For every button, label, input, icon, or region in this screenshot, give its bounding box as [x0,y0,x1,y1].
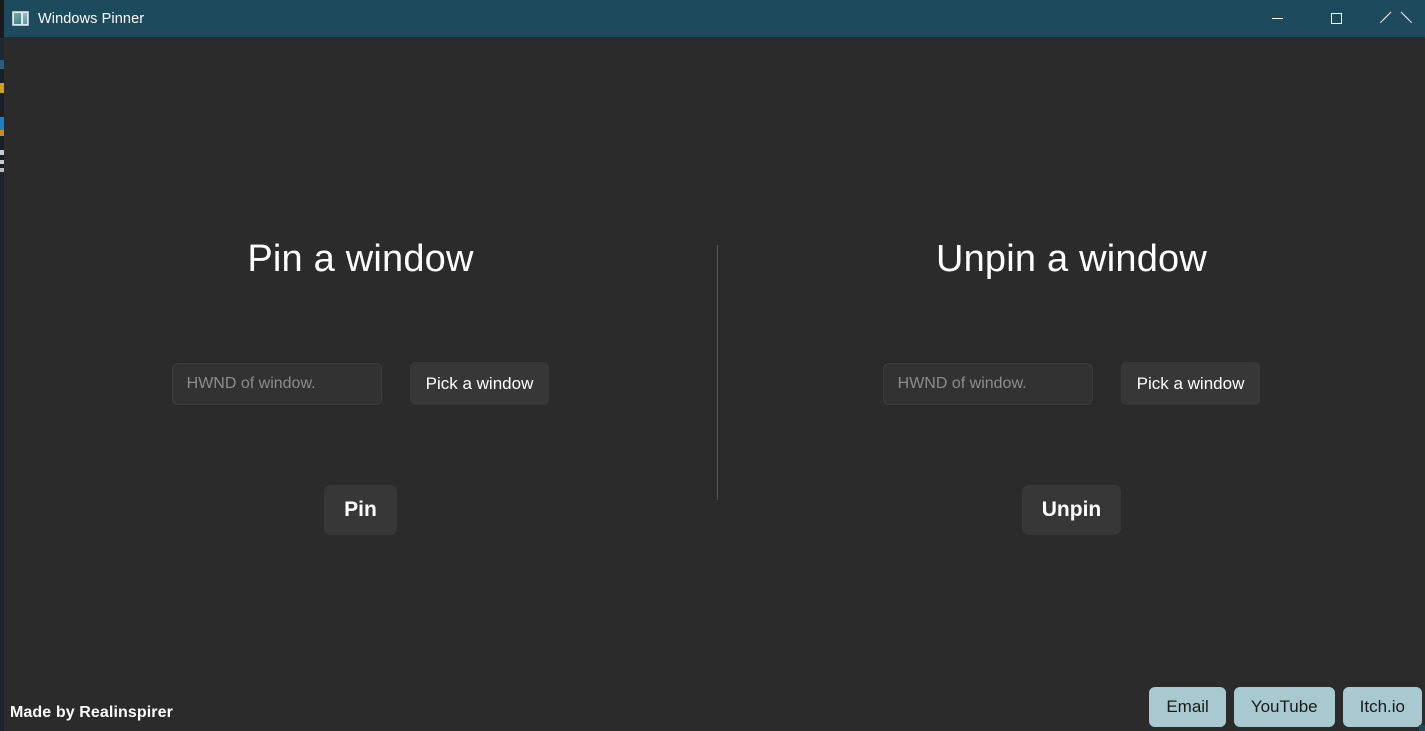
app-window: Windows Pinner Pin a window Pick a windo… [4,0,1425,731]
made-by-credit: Made by Realinspirer [10,704,173,721]
pin-panel-title: Pin a window [247,238,474,280]
itchio-link-button[interactable]: Itch.io [1342,687,1422,727]
maximize-button[interactable] [1307,0,1366,37]
email-link-button[interactable]: Email [1149,687,1226,727]
pin-pick-a-window-button[interactable]: Pick a window [409,362,550,405]
unpin-pick-a-window-button[interactable]: Pick a window [1120,362,1261,405]
minimize-icon [1272,18,1283,19]
pin-input-row: Pick a window [4,362,717,405]
pin-panel: Pin a window Pick a window Pin [4,37,717,731]
pin-button[interactable]: Pin [324,485,397,535]
maximize-icon [1331,13,1342,24]
window-title: Windows Pinner [38,10,145,27]
unpin-panel: Unpin a window Pick a window Unpin [718,37,1425,731]
title-bar-left: Windows Pinner [4,0,144,37]
title-bar[interactable]: Windows Pinner [4,0,1425,37]
unpin-panel-title: Unpin a window [935,238,1208,280]
main-content: Pin a window Pick a window Pin Unpin a w… [4,37,1425,731]
unpin-button[interactable]: Unpin [1021,485,1122,535]
unpin-action-row: Unpin [718,485,1425,535]
close-button[interactable] [1366,0,1425,37]
app-icon [12,11,29,26]
minimize-button[interactable] [1248,0,1307,37]
youtube-link-button[interactable]: YouTube [1233,687,1335,727]
panel-divider [717,245,718,500]
pin-hwnd-input[interactable] [171,362,382,405]
pin-action-row: Pin [4,485,717,535]
footer-links: Email YouTube Itch.io [1149,687,1422,727]
unpin-input-row: Pick a window [718,362,1425,405]
resize-grip[interactable] [1419,725,1425,731]
window-controls [1248,0,1425,37]
panels-container: Pin a window Pick a window Pin Unpin a w… [4,37,1425,731]
close-icon [1390,13,1402,25]
unpin-hwnd-input[interactable] [882,362,1093,405]
